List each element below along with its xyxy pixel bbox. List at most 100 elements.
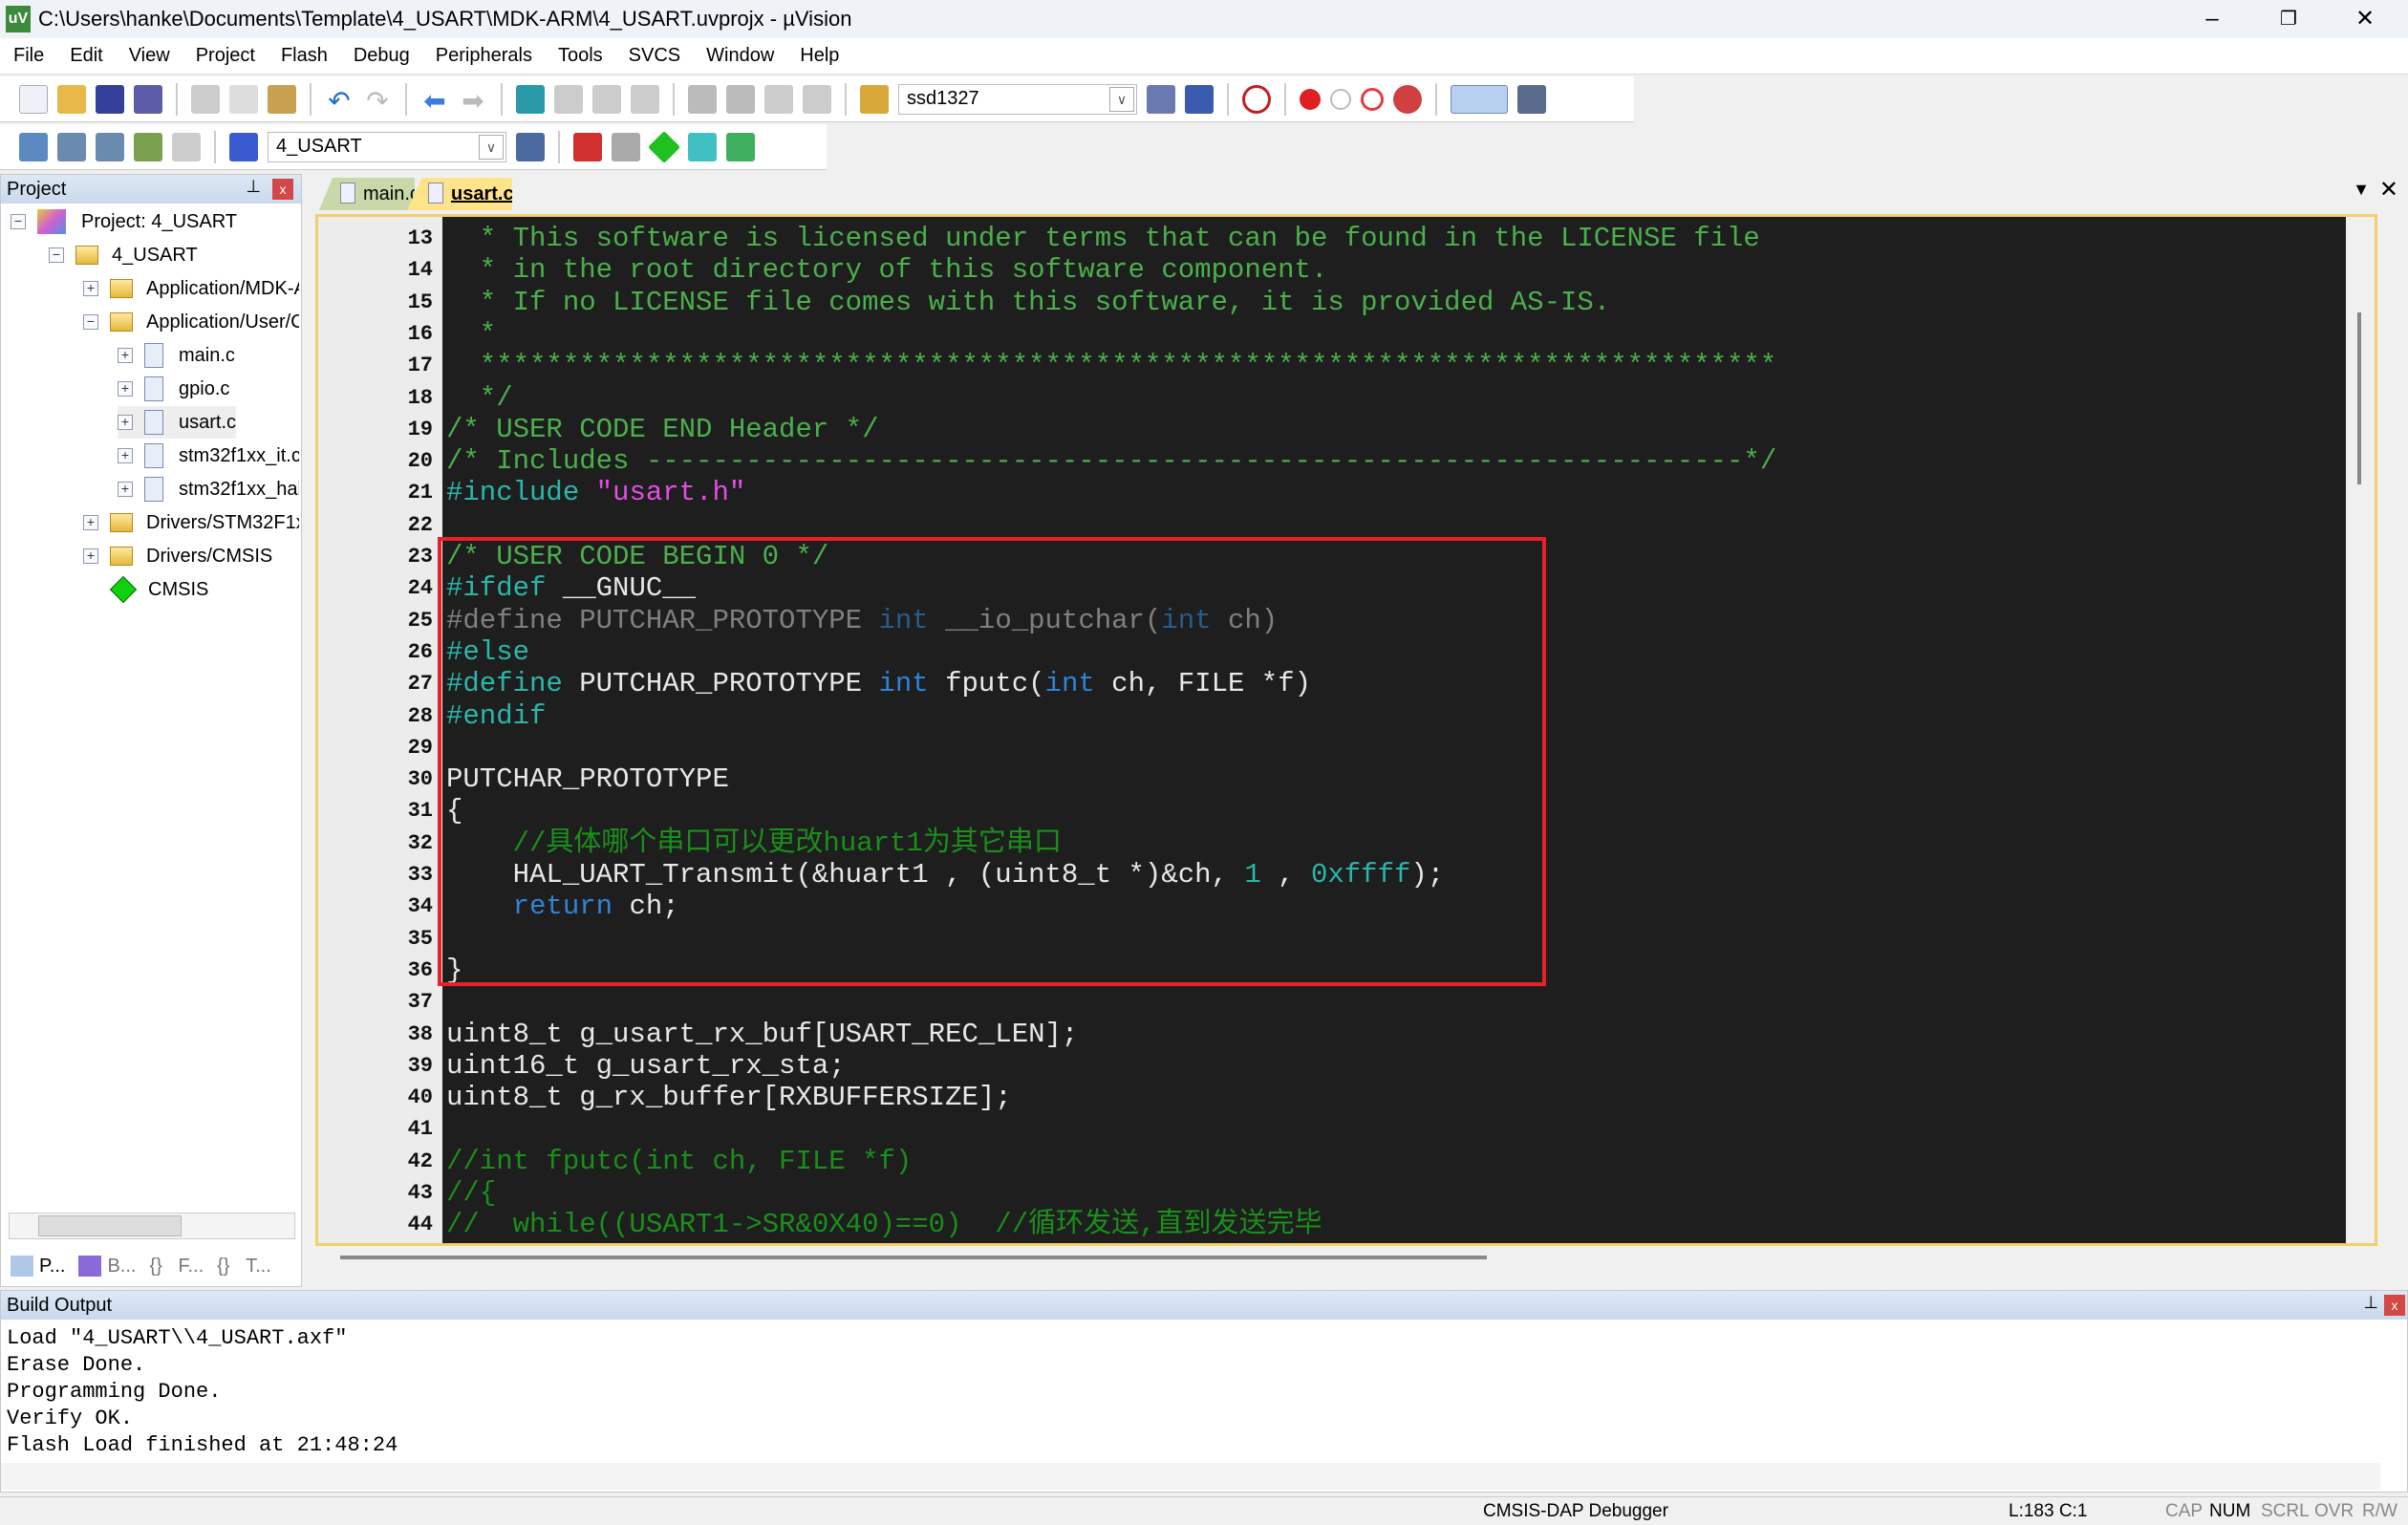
code-line[interactable]: * If no LICENSE file comes with this sof… (446, 287, 1610, 318)
expand-icon[interactable]: + (118, 381, 133, 397)
indent-icon[interactable] (688, 84, 717, 114)
code-line[interactable]: /* USER CODE END Header */ (446, 414, 878, 445)
tree-item[interactable]: + stm32f1xx_it.c (118, 440, 299, 472)
tree-item[interactable]: − Application/User/Core (83, 306, 299, 338)
tree-item[interactable]: + stm32f1xx_hal_msp.c (118, 473, 299, 505)
code-line[interactable]: { (446, 795, 462, 827)
open-file-icon[interactable] (57, 84, 86, 114)
pack-installer-icon[interactable] (688, 132, 717, 161)
menu-view[interactable]: View (129, 45, 170, 67)
manage-project-items-icon[interactable] (573, 132, 602, 161)
tree-item[interactable]: + Drivers/STM32F1xx_HAL_Driver (83, 506, 299, 539)
close-tab-icon[interactable]: ✕ (2379, 176, 2398, 204)
tree-item[interactable]: + Application/MDK-ARM (83, 272, 299, 305)
clear-bookmarks-icon[interactable] (631, 84, 659, 114)
copy-icon[interactable] (229, 84, 258, 114)
code-line[interactable]: HAL_UART_Transmit(&huart1 , (uint8_t *)&… (446, 859, 1445, 891)
code-line[interactable]: uint8_t g_rx_buffer[RXBUFFERSIZE]; (446, 1082, 1012, 1113)
menu-peripherals[interactable]: Peripherals (436, 45, 532, 67)
build-output-text[interactable]: Load "4_USART\\4_USART.axf" Erase Done. Pr… (7, 1325, 398, 1459)
horizontal-scrollbar[interactable] (340, 1256, 1487, 1259)
tree-item[interactable]: − 4_USART (49, 239, 198, 271)
build-horizontal-scrollbar[interactable] (1, 1463, 2380, 1490)
expand-icon[interactable]: + (118, 448, 133, 463)
code-line[interactable]: #define PUTCHAR_PROTOTYPE int fputc(int … (446, 668, 1311, 699)
menu-project[interactable]: Project (196, 45, 255, 67)
disable-breakpoint-icon[interactable] (1330, 88, 1351, 110)
code-line[interactable]: #else (446, 636, 529, 668)
restore-button[interactable]: ❐ (2250, 0, 2327, 38)
minimize-button[interactable]: – (2174, 0, 2250, 38)
tab-list-chevron-icon[interactable]: ▼ (2353, 180, 2370, 200)
menu-tools[interactable]: Tools (558, 45, 603, 67)
close-panel-icon[interactable]: x (2384, 1295, 2405, 1316)
code-line[interactable]: uint16_t g_usart_rx_sta; (446, 1050, 846, 1082)
expand-icon[interactable]: + (83, 281, 98, 296)
tree-item[interactable]: + usart.c (118, 406, 237, 439)
save-icon[interactable] (96, 84, 124, 114)
unindent-icon[interactable] (726, 84, 755, 114)
target-combo[interactable]: 4_USART ∨ (268, 131, 506, 162)
window-layout-icon[interactable] (1451, 84, 1508, 114)
menu-file[interactable]: File (13, 45, 44, 67)
pin-icon[interactable]: ⊥ (246, 177, 261, 197)
expand-icon[interactable]: + (118, 348, 133, 363)
configure-icon[interactable] (1517, 84, 1546, 114)
expand-icon[interactable]: + (83, 548, 98, 564)
tree-item[interactable]: + gpio.c (118, 373, 229, 405)
code-line[interactable]: //具体哪个串口可以更改huart1为其它串口 (446, 827, 1062, 859)
scroll-thumb[interactable] (2357, 312, 2361, 484)
select-packs-icon[interactable] (612, 132, 640, 161)
code-line[interactable]: uint8_t g_usart_rx_buf[USART_REC_LEN]; (446, 1019, 1078, 1050)
panel-tab-0[interactable]: P... (11, 1256, 65, 1278)
expand-icon[interactable]: + (118, 415, 133, 430)
code-line[interactable]: //int fputc(int ch, FILE *f) (446, 1146, 912, 1177)
target-options-icon[interactable] (516, 132, 545, 161)
prev-bookmark-icon[interactable] (554, 84, 583, 114)
panel-tab-2[interactable]: {} F... (149, 1256, 204, 1278)
chevron-down-icon[interactable]: ∨ (1109, 86, 1134, 112)
expand-icon[interactable]: + (118, 482, 133, 497)
rebuild-icon[interactable] (96, 132, 124, 161)
comment-icon[interactable] (764, 84, 793, 114)
tree-item[interactable]: CMSIS (83, 573, 208, 606)
navigate-back-icon[interactable]: ⬅ (420, 85, 449, 116)
incremental-find-icon[interactable] (1147, 84, 1175, 114)
code-line[interactable]: /* USER CODE BEGIN 0 */ (446, 541, 828, 572)
tab-usart-c[interactable]: usart.c (407, 178, 512, 210)
redo-icon[interactable]: ↷ (363, 85, 392, 116)
scroll-thumb[interactable] (38, 1215, 182, 1236)
tree-item[interactable]: + Drivers/CMSIS (83, 540, 272, 572)
build-icon[interactable] (57, 132, 86, 161)
tab-main-c[interactable]: main.c (319, 178, 415, 210)
menu-edit[interactable]: Edit (70, 45, 102, 67)
pin-icon[interactable]: ⊥ (2363, 1293, 2378, 1313)
code-line[interactable]: // USART1->DR = (uint8_t) ch; (446, 1241, 978, 1243)
vertical-scrollbar[interactable] (2346, 217, 2375, 1243)
tree-item[interactable]: + main.c (118, 339, 235, 372)
code-line[interactable]: #endif (446, 700, 546, 732)
uncomment-icon[interactable] (803, 84, 831, 114)
translate-icon[interactable] (19, 132, 48, 161)
code-line[interactable]: PUTCHAR_PROTOTYPE (446, 763, 729, 795)
menu-window[interactable]: Window (706, 45, 774, 67)
browse-icon[interactable] (1185, 84, 1214, 114)
code-line[interactable]: } (446, 955, 462, 986)
code-line[interactable]: * in the root directory of this software… (446, 254, 1328, 286)
code-text[interactable]: * This software is licensed under terms … (446, 217, 2375, 1243)
menu-svcs[interactable]: SVCS (629, 45, 680, 67)
find-combo[interactable]: ssd1327 ∨ (898, 83, 1137, 115)
kill-breakpoints-icon[interactable] (1361, 87, 1384, 111)
close-button[interactable]: ✕ (2327, 0, 2403, 38)
code-line[interactable]: */ (446, 382, 513, 414)
close-panel-icon[interactable]: x (272, 179, 293, 200)
code-line[interactable]: //{ (446, 1177, 496, 1209)
code-line[interactable]: return ch; (446, 891, 679, 922)
code-line[interactable]: * This software is licensed under terms … (446, 223, 1760, 254)
collapse-icon[interactable]: − (83, 314, 98, 330)
tree-horizontal-scrollbar[interactable] (9, 1213, 295, 1239)
collapse-icon[interactable]: − (49, 247, 64, 263)
code-line[interactable]: /* Includes ----------------------------… (446, 445, 1776, 477)
batch-build-icon[interactable] (134, 132, 162, 161)
code-line[interactable]: * (446, 318, 496, 350)
